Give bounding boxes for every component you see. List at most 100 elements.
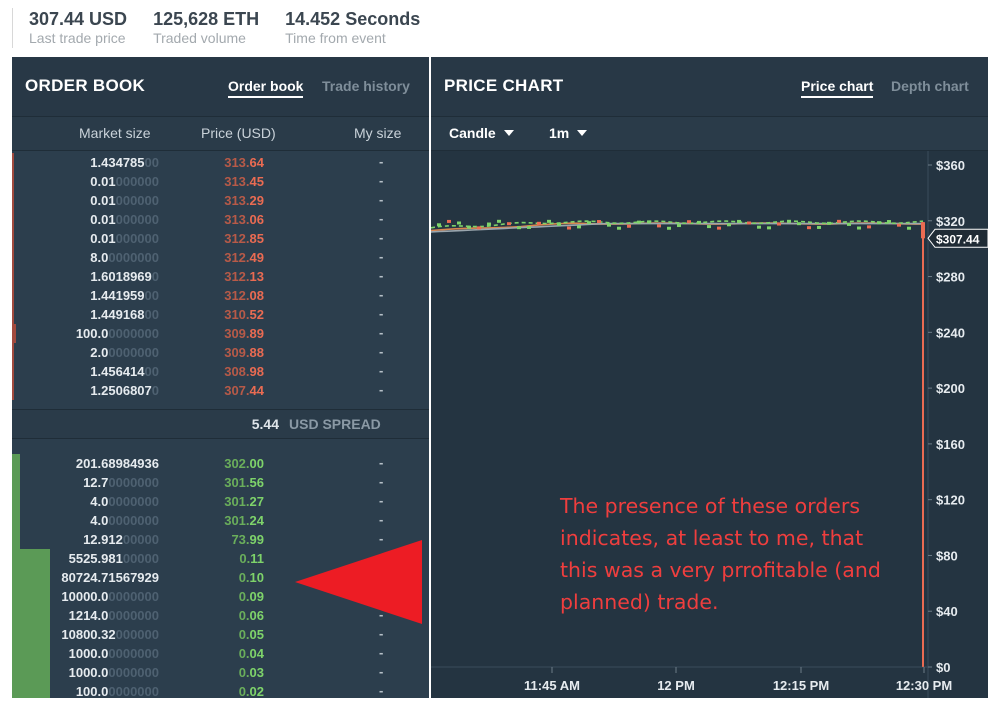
tab-trade-history[interactable]: Trade history [322,78,410,96]
tab-price-chart[interactable]: Price chart [801,78,874,98]
candle [457,221,461,225]
tab-order-book[interactable]: Order book [228,78,304,98]
ask-row[interactable]: 0.01000000 313.06 - [12,210,429,229]
ask-row[interactable]: 1.45641400 308.98 - [12,362,429,381]
depth-bar [12,229,14,248]
depth-bar [12,324,17,343]
bid-row[interactable]: 4.00000000 301.24 - [12,511,429,530]
market-size-cell: 1.44195900 [90,288,159,303]
y-tick-label: $40 [936,604,958,619]
bid-row[interactable]: 1000.00000000 0.03 - [12,663,429,682]
price-cell: 0.05 [238,627,264,642]
bid-row[interactable]: 201.68984936 302.00 - [12,454,429,473]
stat-label: Traded volume [153,30,246,46]
stat-label: Last trade price [29,30,126,46]
candle [507,222,511,226]
candle [517,226,521,230]
stat-label: Time from event [285,30,386,46]
depth-bar [12,663,50,682]
ask-row[interactable]: 100.00000000 309.89 - [12,324,429,343]
time-from-event: 14.452 Seconds Time from event [269,8,430,48]
depth-bar [12,286,14,305]
my-size-cell: - [379,287,384,302]
chevron-down-icon [503,130,514,136]
candle [847,222,851,226]
candle [837,219,841,223]
my-size-cell: - [379,664,384,679]
y-tick-label: $200 [936,381,965,396]
market-size-cell: 201.68984936 [75,456,159,471]
candle [597,220,601,224]
chart-type-select[interactable]: Candle [449,125,514,141]
depth-bar [12,682,50,698]
market-size-cell: 4.00000000 [90,513,159,528]
candle [817,225,821,229]
market-size-cell: 4.00000000 [90,494,159,509]
candle [907,226,911,230]
y-tick-label: $80 [936,548,958,563]
depth-bar [12,454,21,473]
price-cell: 307.44 [224,383,264,398]
my-size-cell: - [379,211,384,226]
y-tick-label: $0 [936,660,950,675]
candle [467,225,471,229]
depth-bar [12,473,21,492]
candle [647,220,651,224]
depth-bar [12,549,50,568]
ask-row[interactable]: 1.44195900 312.08 - [12,286,429,305]
ask-row[interactable]: 2.00000000 309.88 - [12,343,429,362]
depth-bar [12,625,50,644]
interval-select[interactable]: 1m [549,125,588,141]
ask-row[interactable]: 0.01000000 312.85 - [12,229,429,248]
my-size-cell: - [379,173,384,188]
bid-row[interactable]: 100.00000000 0.02 - [12,682,429,698]
market-size-cell: 5525.98100000 [68,551,159,566]
market-size-cell: 0.01000000 [90,174,159,189]
market-size-cell: 1.60189690 [90,269,159,284]
my-size-cell: - [379,268,384,283]
bid-row[interactable]: 4.00000000 301.27 - [12,492,429,511]
ask-row[interactable]: 1.43478500 313.64 - [12,153,429,172]
market-size-cell: 12.91200000 [83,532,159,547]
chart-type-value: Candle [449,125,496,141]
stat-value: 14.452 Seconds [285,9,421,29]
spread-row: 5.44 USD SPREAD [12,409,429,439]
price-cell: 309.89 [224,326,264,341]
candle [727,223,731,227]
ask-row[interactable]: 0.01000000 313.29 - [12,191,429,210]
my-size-cell: - [379,382,384,397]
y-tick-label: $360 [936,158,965,173]
my-size-cell: - [379,344,384,359]
candle [587,221,591,225]
ask-row[interactable]: 1.60189690 312.13 - [12,267,429,286]
stat-value: 307.44 USD [29,9,128,29]
price-cell: 301.27 [224,494,264,509]
y-tick-label: $240 [936,325,965,340]
last-candle [921,222,925,239]
traded-volume: 125,628 ETH Traded volume [137,8,269,48]
ask-row[interactable]: 0.01000000 313.45 - [12,172,429,191]
price-cell: 301.56 [224,475,264,490]
bid-row[interactable]: 1000.00000000 0.04 - [12,644,429,663]
market-size-cell: 80724.71567929 [61,570,159,585]
candle [877,221,881,225]
bid-row[interactable]: 12.70000000 301.56 - [12,473,429,492]
column-price: Price (USD) [201,125,276,141]
candle [687,220,691,224]
my-size-cell: - [379,306,384,321]
ask-row[interactable]: 1.44916800 310.52 - [12,305,429,324]
candle [767,226,771,230]
x-tick-label: 12:30 PM [896,678,952,693]
candle [637,220,641,224]
depth-bar [12,587,50,606]
candle [557,222,561,226]
price-cell: 0.03 [238,665,264,680]
market-size-cell: 1.25068070 [90,383,159,398]
ask-row[interactable]: 1.25068070 307.44 - [12,381,429,400]
column-my-size: My size [354,125,402,141]
candle [797,222,801,226]
candle [807,226,811,230]
tab-depth-chart[interactable]: Depth chart [891,78,969,96]
ask-row[interactable]: 8.00000000 312.49 - [12,248,429,267]
candle [757,225,761,229]
